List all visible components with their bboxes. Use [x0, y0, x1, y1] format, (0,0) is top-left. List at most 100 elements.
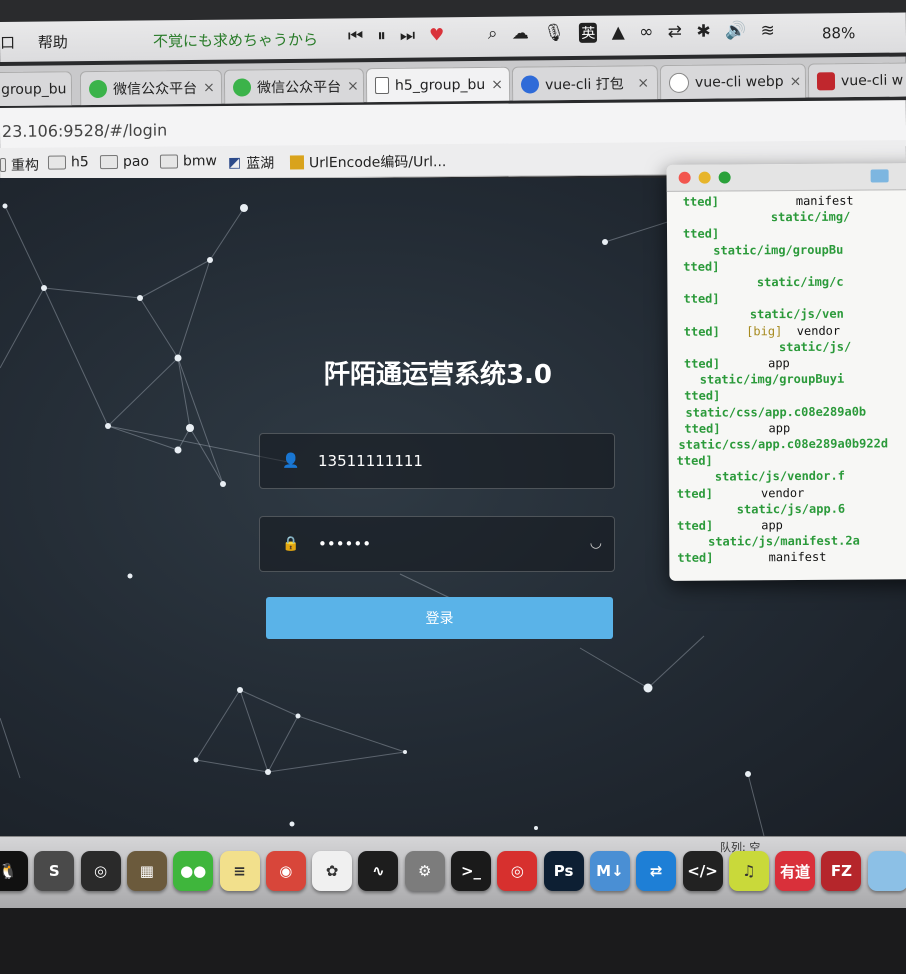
login-button[interactable]: 登录 [266, 597, 613, 639]
tab-vue-cli-w[interactable]: vue-cli w [807, 62, 906, 98]
minimize-window-button[interactable] [698, 171, 711, 184]
tab-h5-group-bu[interactable]: h5_group_bu × [365, 66, 511, 103]
tab-group-bu[interactable]: group_bu× [0, 71, 73, 107]
baidu-paw-icon [520, 74, 540, 94]
playback-controls: ⏮⏸⏭♥ [348, 25, 459, 46]
bookmark-bmw[interactable]: bmw [159, 153, 217, 169]
menu-item-help[interactable]: 帮助 [38, 33, 68, 51]
qq-icon[interactable]: 🐧 [0, 851, 28, 891]
music-player-icon[interactable]: ♫ [728, 851, 769, 891]
urlencode-icon [289, 155, 305, 170]
tab-vue-cli-build[interactable]: vue-cli 打包 × [511, 65, 659, 101]
dock: 队列: 空 🐧 S ◎ ▦ ●● ≡ ◉ ✿ ∿ ⚙ >_ ◎ Ps M↓ ⇄ </> ♫ 有道 FZ [0, 836, 906, 909]
menu-item-window[interactable]: 口 [0, 34, 15, 52]
notes-icon[interactable]: ≡ [219, 851, 260, 891]
close-icon[interactable]: × [197, 79, 215, 95]
spotlight-search-icon[interactable]: ⌕ [488, 24, 498, 44]
bookmark-lanhu[interactable]: ◩ 蓝湖 [228, 153, 274, 173]
terminal-line-text: app [725, 518, 783, 533]
zoom-window-button[interactable] [718, 171, 731, 184]
terminal-line-prefix: tted] [683, 259, 720, 274]
heart-icon[interactable]: ♥ [429, 25, 458, 45]
input-method-icon[interactable]: 英 [579, 22, 598, 43]
next-track-icon[interactable]: ⏭ [400, 26, 430, 46]
tab-wechat-platform-1[interactable]: 微信公众平台 × [79, 69, 223, 106]
markdown-icon[interactable]: M↓ [589, 851, 630, 891]
tab-label: 微信公众平台 [112, 80, 198, 98]
terminal-line-text: vendor [724, 485, 805, 501]
terminal-line-prefix: tted] [682, 226, 720, 242]
terminal-window[interactable]: tted] manifest static/img/tted] static/i… [666, 163, 906, 581]
terminal-icon[interactable]: >_ [451, 851, 491, 891]
wechat-icon[interactable]: ●● [173, 851, 214, 891]
close-icon[interactable]: × [341, 78, 359, 94]
bookmark-h5[interactable]: h5 [47, 154, 89, 170]
calculator-icon[interactable]: ▦ [126, 851, 167, 891]
code-editor-icon[interactable]: </> [682, 851, 723, 891]
wechat-icon [88, 79, 108, 98]
close-icon[interactable]: × [784, 73, 802, 89]
tab-bar: group_bu× 微信公众平台× 微信公众平台× h5_group_bu× v… [0, 56, 906, 107]
youdao-icon[interactable]: 有道 [775, 851, 816, 891]
voice-icon[interactable]: 🎙 [543, 23, 565, 43]
wechat-tray-icon[interactable]: ☁ [512, 23, 529, 43]
terminal-line-prefix: tted] [683, 291, 720, 306]
password-field[interactable]: 🔒 ◡ [259, 516, 615, 572]
sublime-text-icon[interactable]: S [34, 851, 75, 891]
photos-icon[interactable]: ✿ [312, 851, 353, 891]
close-icon[interactable]: × [66, 81, 72, 97]
lanhu-icon: ◩ [227, 154, 242, 172]
folder-icon [159, 154, 179, 169]
terminal-line-text: static/js/vendor.f [678, 469, 845, 485]
app-tray-icon[interactable]: ▲ [612, 22, 625, 42]
chrome-icon[interactable]: ◉ [265, 851, 306, 891]
folder-icon [0, 157, 7, 172]
username-field[interactable]: 👤 [259, 433, 615, 489]
tab-wechat-platform-2[interactable]: 微信公众平台 × [223, 68, 365, 104]
teamviewer-tray-icon[interactable]: ⇄ [668, 22, 682, 42]
terminal-line-text: static/img/c [677, 274, 844, 290]
terminal-titlebar[interactable] [666, 163, 906, 192]
terminal-line-prefix: tted] [677, 518, 714, 533]
terminal-line-text: static/img/groupBuyi [678, 371, 845, 388]
login-title: 阡陌通运营系统3.0 [323, 360, 553, 390]
instruments-icon[interactable]: ◎ [80, 851, 121, 891]
terminal-line-prefix: tted] [683, 324, 720, 339]
volume-icon[interactable]: 🔊 [725, 21, 746, 41]
url-text[interactable]: 23.106:9528/#/login [2, 121, 167, 141]
previous-track-icon[interactable]: ⏮ [348, 26, 378, 46]
folder-icon [99, 154, 119, 170]
close-icon[interactable]: × [631, 75, 649, 91]
password-input[interactable] [316, 534, 570, 554]
tab-label: vue-cli 打包 [544, 75, 624, 93]
username-input[interactable] [316, 451, 570, 471]
tab-label: group_bu [0, 80, 67, 98]
teamviewer-icon[interactable]: ⇄ [636, 851, 677, 891]
battery-percentage[interactable]: 88% [822, 24, 856, 42]
tab-vue-cli-webpack[interactable]: vue-cli webp × [659, 63, 807, 100]
creative-cloud-icon[interactable]: ∞ [639, 22, 653, 42]
bookmark-urlencode[interactable]: UrlEncode编码/Url... [289, 151, 447, 172]
tab-label: vue-cli webp [694, 73, 784, 91]
wechat-icon [232, 77, 252, 97]
bluetooth-icon[interactable]: ✱ [696, 22, 710, 42]
bookmark-refactor[interactable]: 重构 [0, 155, 39, 175]
bookmark-pao[interactable]: pao [99, 154, 149, 170]
netease-music-icon[interactable]: ◎ [497, 851, 538, 891]
terminal-line-prefix: tted] [676, 453, 713, 469]
folder-icon [47, 155, 67, 170]
finder-folder-icon[interactable] [867, 851, 906, 891]
lock-icon: 🔒 [282, 536, 300, 552]
pause-icon[interactable]: ⏸ [377, 26, 400, 46]
activity-monitor-icon[interactable]: ∿ [358, 851, 399, 891]
folder-icon [870, 169, 889, 183]
system-preferences-icon[interactable]: ⚙ [404, 851, 445, 891]
photoshop-icon[interactable]: Ps [543, 851, 584, 891]
terminal-line-prefix: tted] [676, 486, 714, 501]
show-password-icon[interactable]: ◡ [590, 535, 602, 551]
wifi-icon[interactable]: ≋ [761, 21, 775, 41]
filezilla-icon[interactable]: FZ [821, 851, 862, 891]
terminal-line-text: static/js/ [677, 339, 852, 355]
close-icon[interactable]: × [485, 76, 503, 92]
close-window-button[interactable] [678, 171, 691, 184]
